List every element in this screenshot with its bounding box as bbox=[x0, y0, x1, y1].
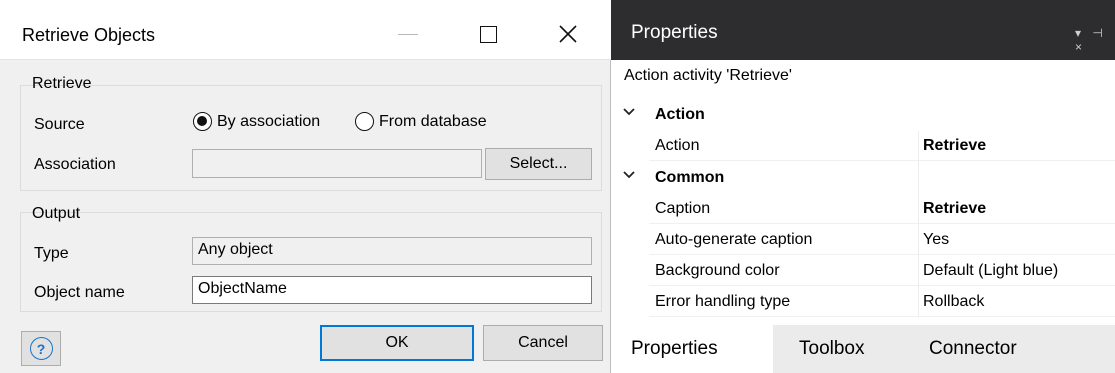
property-key: Background color bbox=[655, 262, 780, 279]
radio-by-association-label: By association bbox=[217, 112, 321, 130]
property-value: Retrieve bbox=[923, 137, 987, 154]
help-button[interactable]: ? bbox=[21, 331, 61, 366]
property-key: Caption bbox=[655, 200, 711, 217]
property-row-auto-generate-caption[interactable]: Auto-generate caption Yes bbox=[649, 225, 1115, 255]
association-field bbox=[192, 149, 482, 178]
close-icon bbox=[559, 25, 577, 43]
section-action-label: Action bbox=[655, 106, 705, 123]
retrieve-group-legend: Retrieve bbox=[32, 75, 92, 92]
pane-options-icon[interactable]: ▾ ⊣ × bbox=[1075, 26, 1115, 54]
properties-header: Properties ▾ ⊣ × bbox=[611, 0, 1115, 60]
help-icon: ? bbox=[29, 337, 53, 360]
property-key: Auto-generate caption bbox=[655, 231, 813, 248]
chevron-down-icon bbox=[623, 108, 635, 116]
object-name-label: Object name bbox=[34, 284, 125, 301]
section-common-label: Common bbox=[655, 169, 725, 186]
column-separator bbox=[918, 131, 919, 318]
tab-connector[interactable]: Connector bbox=[929, 325, 1017, 373]
type-field: Any object bbox=[192, 237, 592, 265]
tab-toolbox[interactable]: Toolbox bbox=[799, 325, 865, 373]
property-value: Rollback bbox=[923, 293, 985, 310]
property-key: Action bbox=[655, 137, 700, 154]
property-row-caption[interactable]: Caption Retrieve bbox=[649, 194, 1115, 224]
radio-selected-icon bbox=[193, 112, 212, 131]
output-group-legend: Output bbox=[32, 205, 81, 222]
minimize-icon bbox=[398, 33, 418, 35]
minimize-button[interactable] bbox=[388, 15, 428, 53]
property-value: Default (Light blue) bbox=[923, 262, 1059, 279]
pane-tabs: Properties Toolbox Connector bbox=[611, 325, 1115, 373]
property-row-error-handling-type[interactable]: Error handling type Rollback bbox=[649, 287, 1115, 317]
property-value: Retrieve bbox=[923, 200, 987, 217]
maximize-icon bbox=[479, 25, 497, 43]
property-row-background-color[interactable]: Background color Default (Light blue) bbox=[649, 256, 1115, 286]
chevron-down-icon bbox=[623, 171, 635, 179]
properties-pane: Properties ▾ ⊣ × Action activity 'Retrie… bbox=[611, 0, 1115, 373]
properties-title: Properties bbox=[631, 22, 718, 43]
source-label: Source bbox=[34, 116, 85, 133]
select-association-button[interactable]: Select... bbox=[485, 148, 592, 180]
close-button[interactable] bbox=[548, 15, 588, 53]
properties-subtitle: Action activity 'Retrieve' bbox=[624, 67, 792, 84]
radio-from-database-label: From database bbox=[379, 112, 487, 130]
section-common[interactable]: Common bbox=[611, 163, 1115, 193]
radio-from-database[interactable]: From database bbox=[355, 112, 487, 131]
property-value: Yes bbox=[923, 231, 950, 248]
radio-unselected-icon bbox=[355, 112, 374, 131]
object-name-input[interactable]: ObjectName bbox=[192, 276, 592, 304]
dialog-title: Retrieve Objects bbox=[22, 25, 156, 45]
section-action[interactable]: Action bbox=[611, 100, 1115, 130]
tab-properties[interactable]: Properties bbox=[611, 325, 773, 373]
radio-by-association[interactable]: By association bbox=[193, 112, 320, 131]
ok-button[interactable]: OK bbox=[320, 325, 474, 361]
retrieve-objects-dialog: Retrieve Objects Retrieve Source By asso… bbox=[0, 0, 611, 373]
cancel-button[interactable]: Cancel bbox=[483, 325, 603, 361]
property-row-action[interactable]: Action Retrieve bbox=[649, 131, 1115, 161]
property-key: Error handling type bbox=[655, 293, 791, 310]
association-label: Association bbox=[34, 156, 116, 173]
maximize-button[interactable] bbox=[468, 15, 508, 53]
dialog-titlebar: Retrieve Objects bbox=[0, 0, 611, 60]
type-label: Type bbox=[34, 245, 69, 262]
